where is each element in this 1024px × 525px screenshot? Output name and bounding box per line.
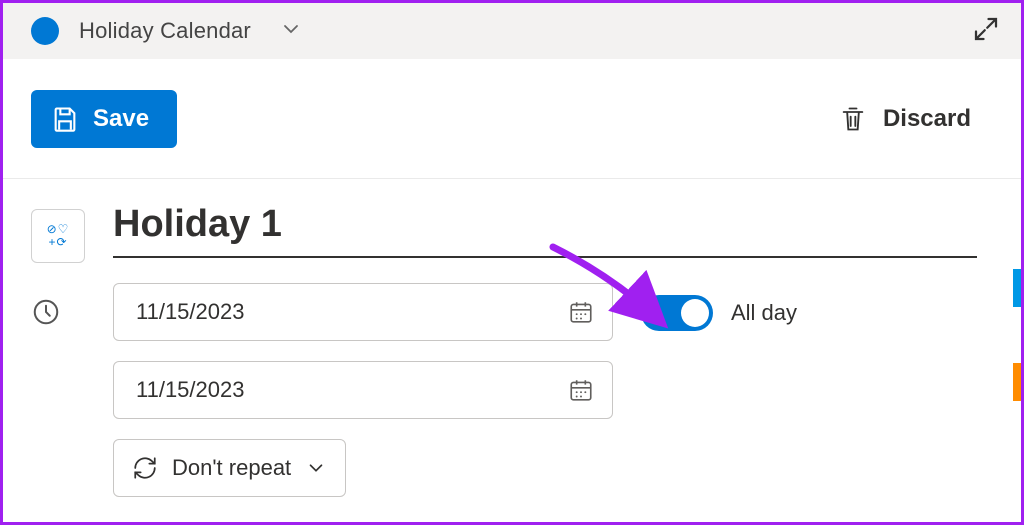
- save-button[interactable]: Save: [31, 90, 177, 148]
- calendar-name[interactable]: Holiday Calendar: [79, 18, 251, 44]
- repeat-icon: [132, 455, 158, 481]
- event-form: ⊘♡ +⟳ Holiday 1 11/15/2023 11/15/2023: [3, 179, 1021, 497]
- save-label: Save: [93, 105, 149, 133]
- event-title-field[interactable]: Holiday 1: [113, 203, 977, 258]
- emoji-picker-button[interactable]: ⊘♡ +⟳: [31, 209, 85, 263]
- start-date-input[interactable]: 11/15/2023: [113, 283, 613, 341]
- discard-button[interactable]: Discard: [839, 105, 971, 133]
- clock-icon: [31, 283, 85, 327]
- chevron-down-icon: [305, 457, 327, 479]
- toggle-knob: [681, 299, 709, 327]
- event-title: Holiday 1: [113, 203, 977, 254]
- calendar-icon: [568, 377, 594, 403]
- save-icon: [51, 105, 79, 133]
- calendar-dropdown-chevron[interactable]: [279, 17, 303, 46]
- repeat-dropdown[interactable]: Don't repeat: [113, 439, 346, 497]
- expand-icon[interactable]: [971, 14, 1001, 49]
- end-date-input[interactable]: 11/15/2023: [113, 361, 613, 419]
- trash-icon: [839, 105, 867, 133]
- event-editor-window: Holiday Calendar Save Discard ⊘♡ +⟳: [0, 0, 1024, 525]
- all-day-label: All day: [731, 300, 797, 326]
- repeat-label: Don't repeat: [172, 455, 291, 481]
- side-color-tabs: [1013, 269, 1021, 401]
- title-bar: Holiday Calendar: [3, 3, 1021, 59]
- calendar-icon: [568, 299, 594, 325]
- discard-label: Discard: [883, 105, 971, 133]
- start-date-value: 11/15/2023: [136, 299, 244, 325]
- end-date-value: 11/15/2023: [136, 377, 244, 403]
- calendar-color-dot: [31, 17, 59, 45]
- action-bar: Save Discard: [3, 59, 1021, 179]
- all-day-toggle[interactable]: [641, 295, 713, 331]
